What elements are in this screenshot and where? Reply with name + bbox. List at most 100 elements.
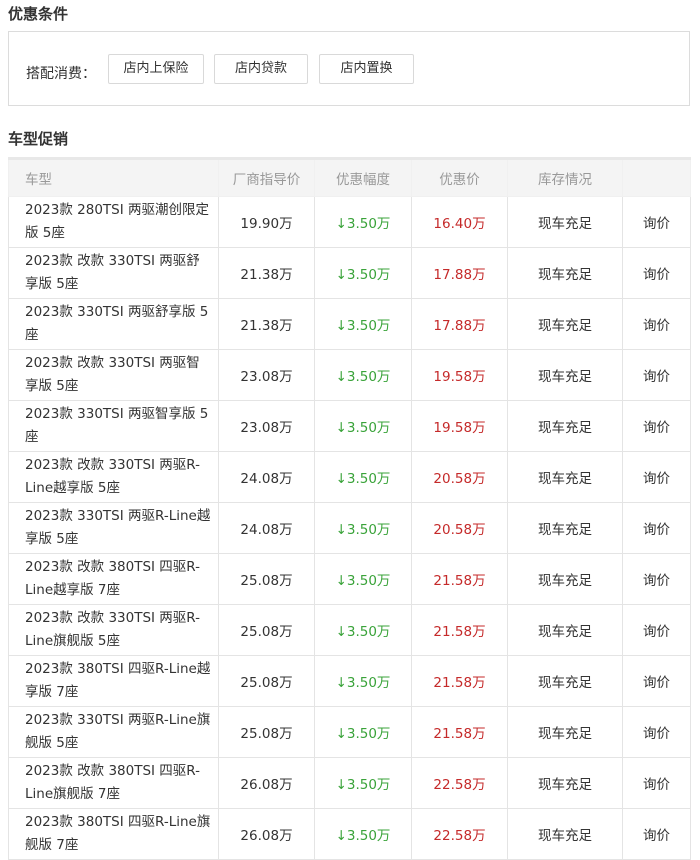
inquiry-link[interactable]: 询价 <box>622 655 691 707</box>
header-action <box>622 157 691 197</box>
stock-cell: 现车充足 <box>507 706 623 758</box>
msrp-cell: 25.08万 <box>218 604 315 656</box>
msrp-cell: 25.08万 <box>218 655 315 707</box>
discount-cell: ↓3.50万 <box>314 400 412 452</box>
price-cell: 16.40万 <box>411 196 508 248</box>
inquiry-link[interactable]: 询价 <box>622 298 691 350</box>
promotion-table: 车型 厂商指导价 优惠幅度 优惠价 库存情况 2023款 280TSI 两驱潮创… <box>8 157 691 860</box>
discount-cell: ↓3.50万 <box>314 196 412 248</box>
header-discount: 优惠幅度 <box>314 157 412 197</box>
price-cell: 21.58万 <box>411 706 508 758</box>
discount-cell: ↓3.50万 <box>314 502 412 554</box>
model-cell: 2023款 330TSI 两驱舒享版 5座 <box>8 298 219 350</box>
discount-cell: ↓3.50万 <box>314 298 412 350</box>
discount-cell: ↓3.50万 <box>314 553 412 605</box>
msrp-cell: 23.08万 <box>218 349 315 401</box>
stock-cell: 现车充足 <box>507 757 623 809</box>
trade-in-button[interactable]: 店内置换 <box>319 54 414 84</box>
model-cell: 2023款 330TSI 两驱智享版 5座 <box>8 400 219 452</box>
stock-cell: 现车充足 <box>507 349 623 401</box>
model-cell: 2023款 380TSI 四驱R-Line越享版 7座 <box>8 655 219 707</box>
table-row: 2023款 280TSI 两驱潮创限定版 5座 19.90万 ↓3.50万 16.40… <box>8 196 691 248</box>
model-cell: 2023款 330TSI 两驱R-Line越享版 5座 <box>8 502 219 554</box>
msrp-cell: 24.08万 <box>218 451 315 503</box>
stock-cell: 现车充足 <box>507 298 623 350</box>
price-cell: 22.58万 <box>411 808 508 860</box>
discount-cell: ↓3.50万 <box>314 808 412 860</box>
inquiry-link[interactable]: 询价 <box>622 502 691 554</box>
model-cell: 2023款 改款 330TSI 两驱智享版 5座 <box>8 349 219 401</box>
conditions-panel: 搭配消费： 店内上保险 店内贷款 店内置换 <box>8 31 690 106</box>
table-body: 2023款 280TSI 两驱潮创限定版 5座 19.90万 ↓3.50万 16.40… <box>8 196 691 860</box>
discount-cell: ↓3.50万 <box>314 757 412 809</box>
inquiry-link[interactable]: 询价 <box>622 451 691 503</box>
price-cell: 21.58万 <box>411 553 508 605</box>
model-cell: 2023款 330TSI 两驱R-Line旗舰版 5座 <box>8 706 219 758</box>
discount-cell: ↓3.50万 <box>314 247 412 299</box>
promotion-title: 车型促销 <box>8 130 69 148</box>
price-cell: 19.58万 <box>411 400 508 452</box>
price-cell: 20.58万 <box>411 451 508 503</box>
msrp-cell: 21.38万 <box>218 247 315 299</box>
inquiry-link[interactable]: 询价 <box>622 247 691 299</box>
price-cell: 17.88万 <box>411 247 508 299</box>
table-row: 2023款 380TSI 四驱R-Line越享版 7座 25.08万 ↓3.50万 2… <box>8 655 691 707</box>
model-cell: 2023款 改款 330TSI 两驱舒享版 5座 <box>8 247 219 299</box>
conditions-label: 搭配消费： <box>26 66 96 82</box>
msrp-cell: 26.08万 <box>218 757 315 809</box>
discount-cell: ↓3.50万 <box>314 451 412 503</box>
model-cell: 2023款 改款 330TSI 两驱R-Line旗舰版 5座 <box>8 604 219 656</box>
stock-cell: 现车充足 <box>507 604 623 656</box>
inquiry-link[interactable]: 询价 <box>622 349 691 401</box>
table-header-row: 车型 厂商指导价 优惠幅度 优惠价 库存情况 <box>8 157 691 197</box>
table-row: 2023款 330TSI 两驱智享版 5座 23.08万 ↓3.50万 19.58万现… <box>8 400 691 452</box>
price-cell: 21.58万 <box>411 604 508 656</box>
discount-cell: ↓3.50万 <box>314 349 412 401</box>
inquiry-link[interactable]: 询价 <box>622 196 691 248</box>
model-cell: 2023款 改款 330TSI 两驱R-Line越享版 5座 <box>8 451 219 503</box>
inquiry-link[interactable]: 询价 <box>622 808 691 860</box>
header-model: 车型 <box>8 157 219 197</box>
table-row: 2023款 改款 330TSI 两驱智享版 5座 23.08万 ↓3.50万 19.5… <box>8 349 691 401</box>
table-row: 2023款 330TSI 两驱舒享版 5座 21.38万 ↓3.50万 17.88万现… <box>8 298 691 350</box>
loan-button[interactable]: 店内贷款 <box>214 54 308 84</box>
discount-cell: ↓3.50万 <box>314 706 412 758</box>
stock-cell: 现车充足 <box>507 655 623 707</box>
stock-cell: 现车充足 <box>507 196 623 248</box>
inquiry-link[interactable]: 询价 <box>622 604 691 656</box>
msrp-cell: 23.08万 <box>218 400 315 452</box>
stock-cell: 现车充足 <box>507 247 623 299</box>
msrp-cell: 21.38万 <box>218 298 315 350</box>
table-row: 2023款 改款 380TSI 四驱R-Line旗舰版 7座 26.08万 ↓3.5… <box>8 757 691 809</box>
discount-cell: ↓3.50万 <box>314 604 412 656</box>
model-cell: 2023款 改款 380TSI 四驱R-Line旗舰版 7座 <box>8 757 219 809</box>
insurance-button[interactable]: 店内上保险 <box>108 54 204 84</box>
header-price: 优惠价 <box>411 157 508 197</box>
table-row: 2023款 380TSI 四驱R-Line旗舰版 7座 26.08万 ↓3.50万 2… <box>8 808 691 860</box>
stock-cell: 现车充足 <box>507 502 623 554</box>
table-row: 2023款 330TSI 两驱R-Line越享版 5座 24.08万 ↓3.50万 2… <box>8 502 691 554</box>
inquiry-link[interactable]: 询价 <box>622 400 691 452</box>
header-msrp: 厂商指导价 <box>218 157 315 197</box>
inquiry-link[interactable]: 询价 <box>622 706 691 758</box>
stock-cell: 现车充足 <box>507 808 623 860</box>
stock-cell: 现车充足 <box>507 400 623 452</box>
model-cell: 2023款 380TSI 四驱R-Line旗舰版 7座 <box>8 808 219 860</box>
price-cell: 21.58万 <box>411 655 508 707</box>
msrp-cell: 25.08万 <box>218 553 315 605</box>
table-row: 2023款 330TSI 两驱R-Line旗舰版 5座 25.08万 ↓3.50万 2… <box>8 706 691 758</box>
table-row: 2023款 改款 330TSI 两驱R-Line越享版 5座 24.08万 ↓3.5… <box>8 451 691 503</box>
msrp-cell: 24.08万 <box>218 502 315 554</box>
discount-cell: ↓3.50万 <box>314 655 412 707</box>
inquiry-link[interactable]: 询价 <box>622 757 691 809</box>
price-cell: 22.58万 <box>411 757 508 809</box>
conditions-title: 优惠条件 <box>8 5 69 23</box>
price-cell: 19.58万 <box>411 349 508 401</box>
inquiry-link[interactable]: 询价 <box>622 553 691 605</box>
promotion-table-wrap: 车型 厂商指导价 优惠幅度 优惠价 库存情况 2023款 280TSI 两驱潮创… <box>8 157 691 860</box>
msrp-cell: 26.08万 <box>218 808 315 860</box>
model-cell: 2023款 280TSI 两驱潮创限定版 5座 <box>8 196 219 248</box>
model-cell: 2023款 改款 380TSI 四驱R-Line越享版 7座 <box>8 553 219 605</box>
price-cell: 17.88万 <box>411 298 508 350</box>
table-row: 2023款 改款 330TSI 两驱R-Line旗舰版 5座 25.08万 ↓3.5… <box>8 604 691 656</box>
